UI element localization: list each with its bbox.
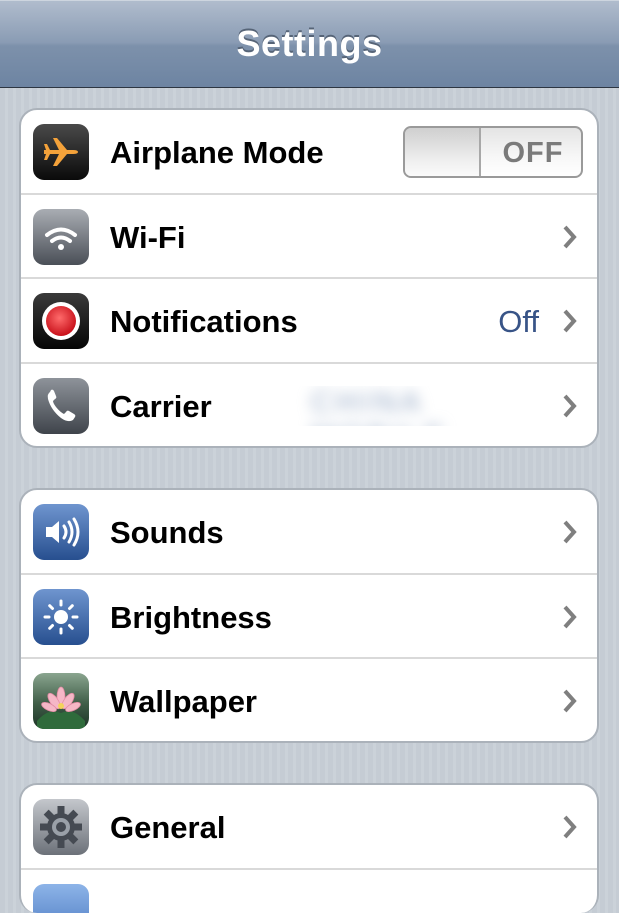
gear-icon (33, 799, 89, 855)
settings-row-label: General (110, 810, 225, 846)
notifications-icon (33, 293, 89, 349)
chevron-right-icon (561, 223, 579, 251)
airplane-icon (33, 124, 89, 180)
settings-row-partial[interactable] (21, 870, 597, 913)
chevron-right-icon (561, 307, 579, 335)
chevron-right-icon (561, 813, 579, 841)
chevron-right-icon (561, 603, 579, 631)
settings-row-label: Brightness (110, 600, 272, 636)
carrier-name-text: CHINA MOBILE (291, 386, 561, 426)
settings-row-wallpaper[interactable]: Wallpaper (21, 659, 597, 743)
settings-row-wifi[interactable]: Wi-Fi (21, 195, 597, 280)
settings-row-label: Sounds (110, 515, 224, 551)
settings-group-display: Sounds (19, 488, 599, 743)
settings-row-notifications[interactable]: Notifications Off (21, 279, 597, 364)
settings-row-carrier[interactable]: Carrier CHINA MOBILE (21, 364, 597, 449)
notifications-status-value: Off (498, 304, 539, 340)
flower-icon (33, 673, 89, 729)
sun-icon (33, 589, 89, 645)
settings-row-label: Wallpaper (110, 684, 257, 720)
settings-row-label: Airplane Mode (110, 135, 324, 171)
settings-row-brightness[interactable]: Brightness (21, 575, 597, 660)
settings-row-label: Wi-Fi (110, 220, 185, 256)
settings-row-label: Notifications (110, 304, 298, 340)
chevron-right-icon (561, 687, 579, 715)
toggle-state-label: OFF (485, 137, 581, 170)
settings-row-sounds[interactable]: Sounds (21, 490, 597, 575)
wifi-icon (33, 209, 89, 265)
chevron-right-icon (561, 518, 579, 546)
carrier-name-value: CHINA MOBILE (291, 386, 561, 426)
settings-row-label: Carrier (110, 389, 212, 425)
settings-group-general: General (19, 783, 599, 913)
speaker-icon (33, 504, 89, 560)
settings-row-icon (33, 884, 89, 913)
toggle-knob[interactable] (405, 128, 481, 176)
phone-icon (33, 378, 89, 434)
navigation-bar: Settings (0, 0, 619, 88)
settings-group-connectivity: Airplane Mode OFF (19, 108, 599, 448)
chevron-right-icon (561, 392, 579, 420)
page-title: Settings (0, 23, 619, 65)
settings-row-airplane-mode[interactable]: Airplane Mode OFF (21, 110, 597, 195)
settings-row-general[interactable]: General (21, 785, 597, 870)
airplane-mode-toggle[interactable]: OFF (403, 126, 583, 178)
